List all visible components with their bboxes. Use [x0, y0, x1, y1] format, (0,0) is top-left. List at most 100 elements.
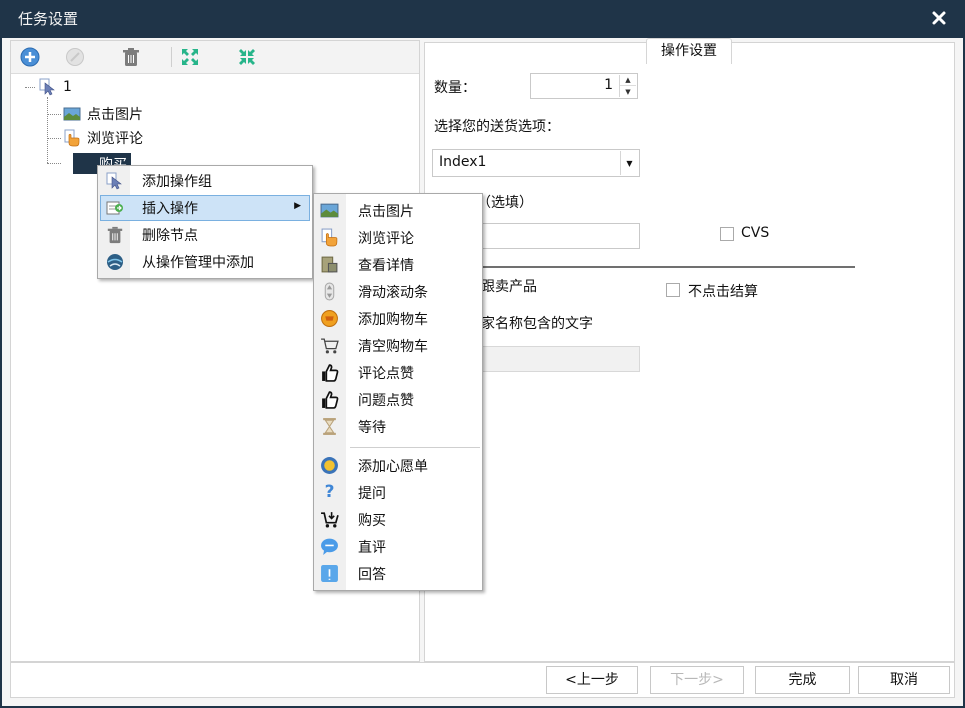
submenu-item-label: 点击图片 [358, 204, 414, 220]
operation-settings-title: 操作设置 [646, 38, 732, 64]
submenu-item-browse-reviews[interactable]: 浏览评论 [316, 224, 480, 251]
cursor-icon [106, 172, 122, 190]
menu-item-label: 从操作管理中添加 [142, 255, 254, 271]
quantity-value: 1 [604, 77, 613, 93]
submenu-item-empty-cart[interactable]: 清空购物车 [316, 332, 480, 359]
disabled-circle-icon [66, 48, 84, 66]
tree-node-click-image[interactable]: 点击图片 [63, 103, 143, 125]
tree-connector [25, 87, 35, 88]
submenu-item-label: 评论点赞 [358, 366, 414, 382]
add-cart-icon [321, 310, 338, 327]
submenu-item-add-wishlist[interactable]: 添加心愿单 [316, 452, 480, 479]
submenu-item-direct-review[interactable]: 直评 [316, 533, 480, 560]
quantity-spinner[interactable]: ▲ ▼ [619, 75, 636, 97]
next-button[interactable]: 下一步> [650, 666, 744, 694]
trash-icon [123, 48, 139, 66]
submenu-item-label: 浏览评论 [358, 231, 414, 247]
menu-item-label: 插入操作 [142, 201, 198, 217]
tree-connector [47, 114, 61, 115]
add-button[interactable] [19, 46, 41, 68]
menu-item-add-from-manager[interactable]: 从操作管理中添加 [100, 249, 310, 275]
menu-item-delete-node[interactable]: 删除节点 [100, 222, 310, 248]
submenu-separator [350, 447, 480, 448]
window-title: 任务设置 [18, 10, 79, 28]
submenu-item-label: 等待 [358, 420, 386, 436]
hourglass-icon [323, 418, 336, 435]
no-checkout-label: 不点击结算 [688, 284, 758, 300]
toolbar-divider [171, 47, 172, 67]
finish-button[interactable]: 完成 [755, 666, 850, 694]
cvs-checkbox[interactable] [720, 227, 734, 241]
expand-all-button[interactable] [179, 46, 201, 68]
tree-node-label: 点击图片 [87, 107, 143, 123]
trash-icon [107, 226, 123, 244]
submenu-item-like-question[interactable]: 问题点赞 [316, 386, 480, 413]
submenu-item-label: 添加购物车 [358, 312, 428, 328]
image-icon [320, 203, 339, 218]
no-checkout-checkbox[interactable] [666, 283, 680, 297]
tree-toolbar [11, 41, 419, 74]
submenu-item-click-image[interactable]: 点击图片 [316, 197, 480, 224]
submenu-item-label: 提问 [358, 486, 386, 502]
menu-item-add-group[interactable]: 添加操作组 [100, 168, 310, 194]
hand-icon [321, 228, 338, 247]
title-bar: 任务设置 [0, 0, 965, 38]
submenu-item-wait[interactable]: 等待 [316, 413, 480, 440]
tree-node-label: 浏览评论 [87, 131, 143, 147]
prev-button[interactable]: <上一步 [546, 666, 638, 694]
submenu-item-label: 购买 [358, 513, 386, 529]
submenu-item-label: 清空购物车 [358, 339, 428, 355]
submenu-item-label: 添加心愿单 [358, 459, 428, 475]
buy-cart-icon [321, 512, 339, 528]
menu-item-insert-operation[interactable]: 插入操作 ▶ [100, 195, 310, 221]
section-divider [432, 266, 855, 268]
context-menu: 添加操作组 插入操作 ▶ 删除节点 从操作管理中添加 [97, 165, 313, 279]
wishlist-icon [321, 457, 338, 474]
submenu-item-ask-question[interactable]: ? 提问 [316, 479, 480, 506]
collapse-all-button[interactable] [236, 46, 258, 68]
quantity-stepper[interactable]: 1 ▲ ▼ [530, 73, 638, 99]
close-icon[interactable] [931, 10, 947, 26]
shipping-label: 选择您的送货选项： [434, 119, 560, 135]
empty-cart-icon [321, 338, 339, 354]
submenu-item-like-review[interactable]: 评论点赞 [316, 359, 480, 386]
spin-up-icon[interactable]: ▲ [620, 75, 636, 86]
submenu-item-add-cart[interactable]: 添加购物车 [316, 305, 480, 332]
insert-icon [106, 201, 123, 215]
submenu-item-label: 查看详情 [358, 258, 414, 274]
cancel-button[interactable]: 取消 [858, 666, 950, 694]
shipping-selected-value: Index1 [439, 154, 487, 170]
tree-node-root[interactable]: 1 [39, 76, 72, 98]
submenu-item-view-details[interactable]: 查看详情 [316, 251, 480, 278]
answer-icon [321, 565, 338, 582]
disable-button[interactable] [64, 46, 86, 68]
thumbs-up-icon [322, 391, 339, 409]
globe-icon [107, 254, 123, 270]
insert-operation-submenu: 点击图片 浏览评论 查看详情 滑动滚动条 添加购物车 清空购物车 评论点赞 问题… [313, 193, 483, 591]
tree-node-browse-reviews[interactable]: 浏览评论 [63, 127, 143, 149]
shipping-select[interactable]: Index1 ▼ [432, 149, 640, 177]
expand-arrows-icon [182, 49, 198, 65]
menu-item-label: 删除节点 [142, 228, 198, 244]
submenu-item-label: 问题点赞 [358, 393, 414, 409]
delete-button[interactable] [120, 46, 142, 68]
submenu-item-label: 回答 [358, 567, 386, 583]
menu-item-label: 添加操作组 [142, 174, 212, 190]
submenu-item-buy[interactable]: 购买 [316, 506, 480, 533]
spin-down-icon[interactable]: ▼ [620, 86, 636, 97]
submenu-item-answer[interactable]: 回答 [316, 560, 480, 587]
submenu-item-scroll[interactable]: 滑动滚动条 [316, 278, 480, 305]
image-icon [63, 107, 81, 121]
quantity-label: 数量： [434, 80, 476, 96]
tree-connector [47, 138, 61, 139]
cvs-label: CVS [741, 225, 770, 241]
seller-name-label: 家名称包含的文字 [481, 316, 593, 332]
chevron-down-icon[interactable]: ▼ [620, 151, 638, 175]
thumbs-up-icon [322, 364, 339, 382]
collapse-arrows-icon [239, 49, 255, 65]
submenu-item-label: 直评 [358, 540, 386, 556]
tree-connector [47, 97, 48, 163]
hand-icon [64, 129, 80, 147]
follow-sell-label: 跟卖产品 [481, 279, 537, 295]
add-circle-icon [20, 47, 40, 67]
